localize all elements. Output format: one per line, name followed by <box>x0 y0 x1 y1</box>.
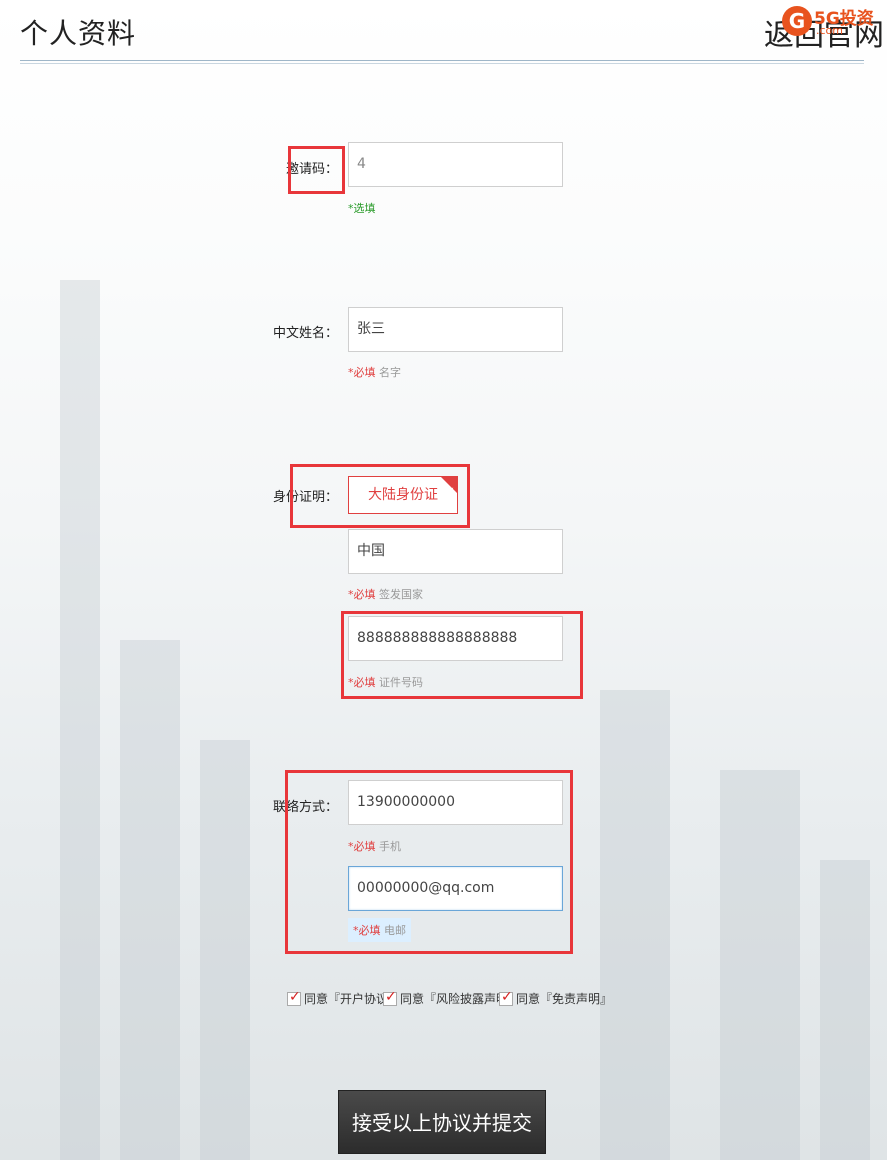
invite-code-input[interactable]: 4 <box>348 142 563 187</box>
chinese-name-hint: *必填 名字 <box>348 366 401 379</box>
check-icon: ✓ <box>501 988 513 1005</box>
logo-domain: .com <box>816 24 843 37</box>
page-title: 个人资料 <box>20 17 137 50</box>
agreement-checkbox[interactable]: ✓ <box>287 988 301 1006</box>
contact-highlight-box <box>285 770 573 954</box>
agreement-disclaimer[interactable]: ✓ 同意『免责声明』 <box>499 988 612 1007</box>
id-number-highlight-box <box>341 611 583 699</box>
logo-icon: G <box>782 6 812 36</box>
issuing-country-hint: *必填 签发国家 <box>348 588 423 601</box>
check-icon: ✓ <box>385 988 397 1005</box>
header-divider <box>20 60 864 64</box>
page-header: 个人资料 返回官网 G 5G投资 .com <box>0 0 887 70</box>
issuing-country-input[interactable]: 中国 <box>348 529 563 574</box>
site-logo[interactable]: G 5G投资 .com <box>780 2 886 40</box>
check-icon: ✓ <box>289 988 301 1005</box>
submit-button[interactable]: 接受以上协议并提交 <box>338 1090 546 1154</box>
chinese-name-label: 中文姓名： <box>272 326 338 341</box>
agreement-checkbox[interactable]: ✓ <box>383 988 397 1006</box>
id-proof-highlight-box <box>290 464 470 528</box>
agreement-checkbox[interactable]: ✓ <box>499 988 513 1006</box>
agreement-label[interactable]: 同意『免责声明』 <box>516 990 612 1007</box>
invite-highlight-box <box>288 146 345 194</box>
chinese-name-input[interactable]: 张三 <box>348 307 563 352</box>
invite-hint: *选填 <box>348 202 376 215</box>
